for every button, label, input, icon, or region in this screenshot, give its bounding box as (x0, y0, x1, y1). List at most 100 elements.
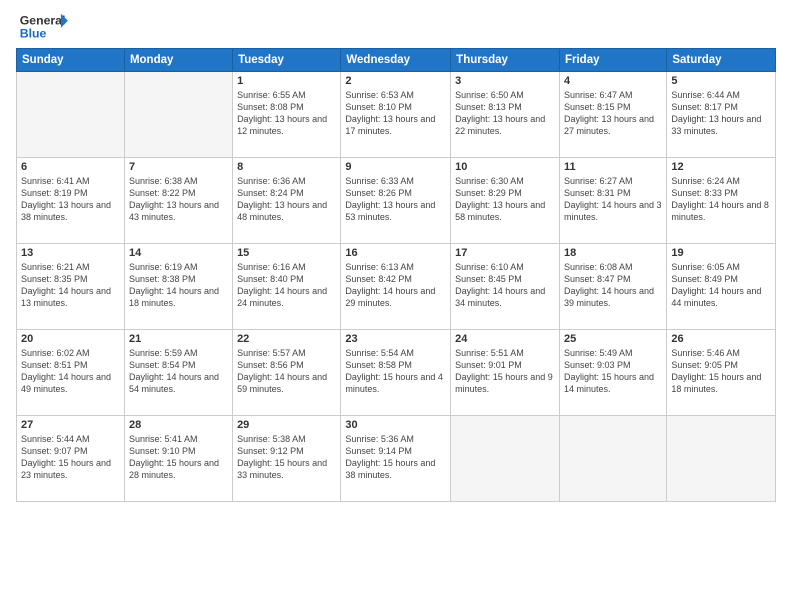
day-detail: Sunrise: 6:38 AM Sunset: 8:22 PM Dayligh… (129, 175, 228, 224)
day-detail: Sunrise: 6:05 AM Sunset: 8:49 PM Dayligh… (671, 261, 771, 310)
day-detail: Sunrise: 6:10 AM Sunset: 8:45 PM Dayligh… (455, 261, 555, 310)
day-number: 22 (237, 333, 336, 345)
day-number: 18 (564, 247, 662, 259)
day-number: 24 (455, 333, 555, 345)
day-detail: Sunrise: 6:50 AM Sunset: 8:13 PM Dayligh… (455, 89, 555, 138)
day-detail: Sunrise: 6:21 AM Sunset: 8:35 PM Dayligh… (21, 261, 120, 310)
calendar-cell: 11 Sunrise: 6:27 AM Sunset: 8:31 PM Dayli… (559, 158, 666, 244)
day-number: 26 (671, 333, 771, 345)
day-detail: Sunrise: 6:33 AM Sunset: 8:26 PM Dayligh… (345, 175, 446, 224)
calendar-cell: 17Sunrise: 6:10 AM Sunset: 8:45 PM Dayli… (451, 244, 560, 330)
calendar-cell: 22 Sunrise: 5:57 AM Sunset: 8:56 PM Dayli… (233, 330, 341, 416)
day-number: 1 (237, 75, 336, 87)
calendar-cell: 7 Sunrise: 6:38 AM Sunset: 8:22 PM Daylig… (124, 158, 232, 244)
day-detail: Sunrise: 6:19 AM Sunset: 8:38 PM Dayligh… (129, 261, 228, 310)
day-number: 19 (671, 247, 771, 259)
calendar-cell: 5 Sunrise: 6:44 AM Sunset: 8:17 PM Daylig… (667, 72, 776, 158)
calendar-cell: 16 Sunrise: 6:13 AM Sunset: 8:42 PM Dayli… (341, 244, 451, 330)
day-detail: Sunrise: 5:54 AM Sunset: 8:58 PM Dayligh… (345, 347, 446, 396)
day-detail: Sunrise: 6:44 AM Sunset: 8:17 PM Dayligh… (671, 89, 771, 138)
day-number: 3 (455, 75, 555, 87)
day-header-wednesday: Wednesday (341, 49, 451, 72)
calendar-cell: 10Sunrise: 6:30 AM Sunset: 8:29 PM Dayli… (451, 158, 560, 244)
calendar-cell (451, 416, 560, 502)
day-detail: Sunrise: 6:41 AM Sunset: 8:19 PM Dayligh… (21, 175, 120, 224)
calendar-cell: 30 Sunrise: 5:36 AM Sunset: 9:14 PM Dayli… (341, 416, 451, 502)
generalblue-logo-icon: GeneralBlue (16, 12, 76, 40)
calendar-cell (124, 72, 232, 158)
calendar-cell: 9 Sunrise: 6:33 AM Sunset: 8:26 PM Daylig… (341, 158, 451, 244)
day-number: 21 (129, 333, 228, 345)
day-detail: Sunrise: 6:08 AM Sunset: 8:47 PM Dayligh… (564, 261, 662, 310)
day-detail: Sunrise: 6:24 AM Sunset: 8:33 PM Dayligh… (671, 175, 771, 224)
calendar-week-row: 20 Sunrise: 6:02 AM Sunset: 8:51 PM Dayli… (17, 330, 776, 416)
day-detail: Sunrise: 6:16 AM Sunset: 8:40 PM Dayligh… (237, 261, 336, 310)
day-header-monday: Monday (124, 49, 232, 72)
day-detail: Sunrise: 6:02 AM Sunset: 8:51 PM Dayligh… (21, 347, 120, 396)
day-number: 27 (21, 419, 120, 431)
day-number: 20 (21, 333, 120, 345)
calendar-cell: 13 Sunrise: 6:21 AM Sunset: 8:35 PM Dayli… (17, 244, 125, 330)
day-number: 14 (129, 247, 228, 259)
day-number: 28 (129, 419, 228, 431)
day-number: 16 (345, 247, 446, 259)
calendar-cell: 21 Sunrise: 5:59 AM Sunset: 8:54 PM Dayli… (124, 330, 232, 416)
day-number: 13 (21, 247, 120, 259)
day-number: 8 (237, 161, 336, 173)
day-detail: Sunrise: 6:27 AM Sunset: 8:31 PM Dayligh… (564, 175, 662, 224)
day-number: 23 (345, 333, 446, 345)
header: GeneralBlue (16, 12, 776, 40)
svg-text:General: General (20, 13, 66, 27)
day-number: 30 (345, 419, 446, 431)
day-header-thursday: Thursday (451, 49, 560, 72)
day-detail: Sunrise: 5:38 AM Sunset: 9:12 PM Dayligh… (237, 433, 336, 482)
calendar-cell: 23 Sunrise: 5:54 AM Sunset: 8:58 PM Dayli… (341, 330, 451, 416)
calendar-cell: 15 Sunrise: 6:16 AM Sunset: 8:40 PM Dayli… (233, 244, 341, 330)
day-header-tuesday: Tuesday (233, 49, 341, 72)
calendar-cell: 26 Sunrise: 5:46 AM Sunset: 9:05 PM Dayli… (667, 330, 776, 416)
calendar-cell: 27 Sunrise: 5:44 AM Sunset: 9:07 PM Dayli… (17, 416, 125, 502)
calendar-week-row: 6 Sunrise: 6:41 AM Sunset: 8:19 PM Daylig… (17, 158, 776, 244)
day-detail: Sunrise: 6:36 AM Sunset: 8:24 PM Dayligh… (237, 175, 336, 224)
calendar-cell: 24 Sunrise: 5:51 AM Sunset: 9:01 PM Dayli… (451, 330, 560, 416)
day-number: 11 (564, 161, 662, 173)
day-number: 2 (345, 75, 446, 87)
calendar-cell: 6 Sunrise: 6:41 AM Sunset: 8:19 PM Daylig… (17, 158, 125, 244)
day-detail: Sunrise: 6:30 AM Sunset: 8:29 PM Dayligh… (455, 175, 555, 224)
day-number: 9 (345, 161, 446, 173)
logo: GeneralBlue (16, 12, 76, 40)
day-number: 15 (237, 247, 336, 259)
day-detail: Sunrise: 5:46 AM Sunset: 9:05 PM Dayligh… (671, 347, 771, 396)
calendar-cell: 4 Sunrise: 6:47 AM Sunset: 8:15 PM Daylig… (559, 72, 666, 158)
calendar-cell: 1 Sunrise: 6:55 AM Sunset: 8:08 PM Daylig… (233, 72, 341, 158)
day-number: 25 (564, 333, 662, 345)
day-detail: Sunrise: 6:53 AM Sunset: 8:10 PM Dayligh… (345, 89, 446, 138)
calendar-cell: 3 Sunrise: 6:50 AM Sunset: 8:13 PM Daylig… (451, 72, 560, 158)
calendar-cell (667, 416, 776, 502)
calendar-cell (559, 416, 666, 502)
calendar-cell: 2 Sunrise: 6:53 AM Sunset: 8:10 PM Daylig… (341, 72, 451, 158)
day-detail: Sunrise: 5:57 AM Sunset: 8:56 PM Dayligh… (237, 347, 336, 396)
calendar-cell: 14 Sunrise: 6:19 AM Sunset: 8:38 PM Dayli… (124, 244, 232, 330)
day-detail: Sunrise: 6:47 AM Sunset: 8:15 PM Dayligh… (564, 89, 662, 138)
day-detail: Sunrise: 5:36 AM Sunset: 9:14 PM Dayligh… (345, 433, 446, 482)
calendar-week-row: 1 Sunrise: 6:55 AM Sunset: 8:08 PM Daylig… (17, 72, 776, 158)
calendar-week-row: 13 Sunrise: 6:21 AM Sunset: 8:35 PM Dayli… (17, 244, 776, 330)
day-number: 4 (564, 75, 662, 87)
day-number: 29 (237, 419, 336, 431)
day-detail: Sunrise: 5:51 AM Sunset: 9:01 PM Dayligh… (455, 347, 555, 396)
day-number: 6 (21, 161, 120, 173)
calendar-table: SundayMondayTuesdayWednesdayThursdayFrid… (16, 48, 776, 502)
day-detail: Sunrise: 5:44 AM Sunset: 9:07 PM Dayligh… (21, 433, 120, 482)
day-detail: Sunrise: 5:59 AM Sunset: 8:54 PM Dayligh… (129, 347, 228, 396)
calendar-cell (17, 72, 125, 158)
calendar-week-row: 27 Sunrise: 5:44 AM Sunset: 9:07 PM Dayli… (17, 416, 776, 502)
day-detail: Sunrise: 6:13 AM Sunset: 8:42 PM Dayligh… (345, 261, 446, 310)
day-detail: Sunrise: 6:55 AM Sunset: 8:08 PM Dayligh… (237, 89, 336, 138)
day-detail: Sunrise: 5:41 AM Sunset: 9:10 PM Dayligh… (129, 433, 228, 482)
day-number: 5 (671, 75, 771, 87)
calendar-cell: 28 Sunrise: 5:41 AM Sunset: 9:10 PM Dayli… (124, 416, 232, 502)
calendar-cell: 25Sunrise: 5:49 AM Sunset: 9:03 PM Dayli… (559, 330, 666, 416)
day-number: 12 (671, 161, 771, 173)
day-number: 7 (129, 161, 228, 173)
